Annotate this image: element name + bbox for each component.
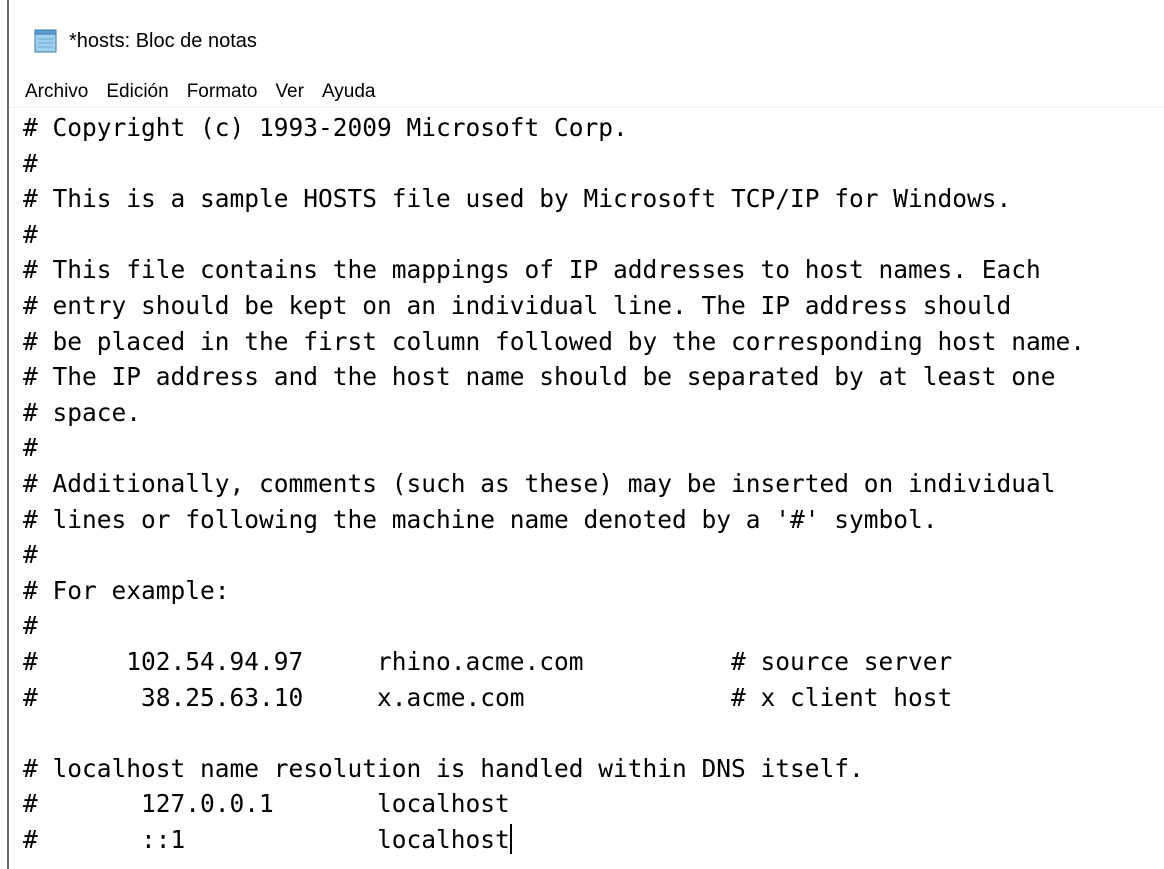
menu-bar: Archivo Edición Formato Ver Ayuda <box>9 76 1164 108</box>
editor-line: # entry should be kept on an individual … <box>23 288 1164 324</box>
editor-line-text: # space. <box>23 397 142 427</box>
editor-line-text: # <box>23 433 38 463</box>
editor-line: # ::1 localhost <box>23 822 1164 858</box>
editor-line: # Copyright (c) 1993-2009 Microsoft Corp… <box>23 110 1164 146</box>
editor-line: # <box>23 430 1164 466</box>
editor-line-text: # Additionally, comments (such as these)… <box>23 468 1056 498</box>
editor-line: # be placed in the first column followed… <box>23 324 1164 360</box>
menu-ayuda[interactable]: Ayuda <box>322 78 376 106</box>
editor-line-text: # localhost name resolution is handled w… <box>23 753 864 783</box>
editor-line-text: # entry should be kept on an individual … <box>23 290 1012 320</box>
editor-line-text: # <box>23 611 38 641</box>
window-title: *hosts: Bloc de notas <box>69 30 257 52</box>
editor-line: # For example: <box>23 573 1164 609</box>
editor-line: # localhost name resolution is handled w… <box>23 751 1164 787</box>
editor-line: # 102.54.94.97 rhino.acme.com # source s… <box>23 644 1164 680</box>
editor-line-text: # be placed in the first column followed… <box>23 326 1086 356</box>
editor-line-text: # 127.0.0.1 localhost <box>23 789 510 819</box>
menu-formato[interactable]: Formato <box>187 78 258 106</box>
editor-line-text: # ::1 localhost <box>23 824 510 854</box>
editor-line: # 127.0.0.1 localhost <box>23 786 1164 822</box>
editor-line: # <box>23 537 1164 573</box>
editor-line-text: # This is a sample HOSTS file used by Mi… <box>23 184 1012 214</box>
editor-line: # <box>23 608 1164 644</box>
editor-line: # <box>23 146 1164 182</box>
text-editor[interactable]: # Copyright (c) 1993-2009 Microsoft Corp… <box>23 110 1164 869</box>
editor-line-text: # The IP address and the host name shoul… <box>23 362 1056 392</box>
menu-edicion[interactable]: Edición <box>106 78 168 106</box>
editor-line: # <box>23 217 1164 253</box>
editor-line: # space. <box>23 395 1164 431</box>
editor-line-text: # <box>23 148 38 178</box>
notepad-icon <box>34 29 57 53</box>
editor-line: # lines or following the machine name de… <box>23 502 1164 538</box>
editor-line: # 38.25.63.10 x.acme.com # x client host <box>23 680 1164 716</box>
menu-archivo[interactable]: Archivo <box>25 78 88 106</box>
window-left-edge <box>7 0 9 869</box>
editor-line-text: # 102.54.94.97 rhino.acme.com # source s… <box>23 646 953 676</box>
editor-line: # This file contains the mappings of IP … <box>23 252 1164 288</box>
editor-line-text: # Copyright (c) 1993-2009 Microsoft Corp… <box>23 113 628 142</box>
editor-line-text: # This file contains the mappings of IP … <box>23 255 1041 285</box>
editor-line-text: # <box>23 540 38 570</box>
menu-ver[interactable]: Ver <box>275 78 304 106</box>
editor-line-text: # 38.25.63.10 x.acme.com # x client host <box>23 682 953 712</box>
text-caret <box>509 823 512 854</box>
editor-line: # This is a sample HOSTS file used by Mi… <box>23 181 1164 217</box>
editor-line-text: # lines or following the machine name de… <box>23 504 938 534</box>
notepad-window: *hosts: Bloc de notas Archivo Edición Fo… <box>0 0 1164 869</box>
editor-line-text: # <box>23 219 38 249</box>
editor-line-text: # For example: <box>23 575 230 605</box>
editor-line: # Additionally, comments (such as these)… <box>23 466 1164 502</box>
editor-line: # The IP address and the host name shoul… <box>23 359 1164 395</box>
title-bar[interactable]: *hosts: Bloc de notas <box>9 0 1164 76</box>
